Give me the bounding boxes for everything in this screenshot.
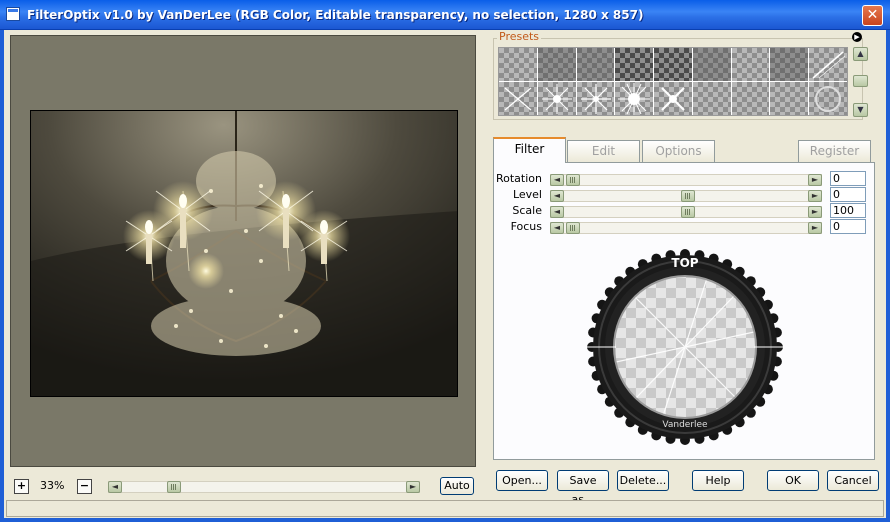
- scale-decrease-button[interactable]: ◄: [550, 206, 564, 218]
- scale-value-input[interactable]: 100: [830, 203, 866, 218]
- preset-thumbnail[interactable]: [576, 82, 615, 115]
- focus-label: Focus: [510, 220, 542, 233]
- tab-register[interactable]: Register: [798, 140, 871, 162]
- preset-thumbnail[interactable]: [731, 82, 770, 115]
- zoom-toolbar: + 33% − ◄ ► Auto: [12, 477, 478, 495]
- rotation-slider[interactable]: ◄ ►: [550, 174, 822, 186]
- scroll-left-button[interactable]: ◄: [108, 481, 122, 493]
- presets-label: Presets: [497, 30, 542, 43]
- window-title: FilterOptix v1.0 by VanDerLee (RGB Color…: [27, 8, 644, 22]
- cancel-button[interactable]: Cancel: [827, 470, 879, 491]
- scroll-right-button[interactable]: ►: [406, 481, 420, 493]
- level-decrease-button[interactable]: ◄: [550, 190, 564, 202]
- preset-thumbnail[interactable]: [654, 48, 692, 81]
- level-value-input[interactable]: 0: [830, 187, 866, 202]
- preset-thumbnail[interactable]: [809, 82, 847, 115]
- rotation-increase-button[interactable]: ►: [808, 174, 822, 186]
- status-bar: [6, 500, 884, 517]
- rotation-decrease-button[interactable]: ◄: [550, 174, 564, 186]
- presets-grid[interactable]: [498, 47, 848, 116]
- auto-zoom-button[interactable]: Auto: [440, 477, 474, 495]
- preset-thumbnail[interactable]: [615, 48, 654, 81]
- dial-top-label: TOP: [671, 256, 699, 270]
- level-slider[interactable]: ◄ ►: [550, 190, 822, 202]
- focus-decrease-button[interactable]: ◄: [550, 222, 564, 234]
- tab-options[interactable]: Options: [642, 140, 715, 162]
- preset-thumbnail[interactable]: [692, 82, 731, 115]
- preset-thumbnail[interactable]: [770, 48, 809, 81]
- scale-increase-button[interactable]: ►: [808, 206, 822, 218]
- delete-button[interactable]: Delete...: [617, 470, 669, 491]
- close-button[interactable]: ✕: [862, 5, 883, 26]
- preset-thumbnail[interactable]: [537, 48, 576, 81]
- presets-scroll-down-button[interactable]: ▼: [853, 103, 868, 117]
- preset-thumbnail[interactable]: [615, 82, 654, 115]
- help-button[interactable]: Help: [692, 470, 744, 491]
- focus-value-input[interactable]: 0: [830, 219, 866, 234]
- rotation-label: Rotation: [495, 172, 542, 185]
- preset-thumbnail[interactable]: [809, 48, 847, 81]
- zoom-out-button[interactable]: −: [77, 479, 92, 494]
- preview-image[interactable]: [30, 110, 458, 397]
- rotation-value-input[interactable]: 0: [830, 171, 866, 186]
- ok-button[interactable]: OK: [767, 470, 819, 491]
- level-slider-thumb[interactable]: [681, 190, 695, 202]
- presets-scroll-thumb[interactable]: [853, 75, 868, 87]
- open-button[interactable]: Open...: [496, 470, 548, 491]
- tab-edit[interactable]: Edit: [567, 140, 640, 162]
- preview-pane[interactable]: [10, 35, 476, 467]
- rotation-slider-thumb[interactable]: [566, 174, 580, 186]
- preset-thumbnail[interactable]: [499, 48, 537, 81]
- window-icon[interactable]: [6, 7, 20, 21]
- level-increase-button[interactable]: ►: [808, 190, 822, 202]
- scale-label: Scale: [512, 204, 542, 217]
- scale-slider-thumb[interactable]: [681, 206, 695, 218]
- zoom-level: 33%: [40, 479, 65, 492]
- dial-brand-label: Vanderlee: [662, 420, 708, 430]
- window-border-bottom: [0, 518, 890, 522]
- save-as-button[interactable]: Save as...: [557, 470, 609, 506]
- rotation-dial[interactable]: TOP Vanderlee: [586, 248, 784, 446]
- preset-thumbnail[interactable]: [499, 82, 537, 115]
- focus-slider[interactable]: ◄ ►: [550, 222, 822, 234]
- preset-thumbnail[interactable]: [576, 48, 615, 81]
- preset-thumbnail[interactable]: [692, 48, 731, 81]
- level-label: Level: [512, 188, 542, 201]
- window-border-left: [0, 30, 4, 522]
- scale-slider[interactable]: ◄ ►: [550, 206, 822, 218]
- preset-thumbnail[interactable]: [654, 82, 692, 115]
- preset-thumbnail[interactable]: [770, 82, 809, 115]
- arrow-right-circle-icon[interactable]: ▶: [852, 32, 862, 42]
- zoom-in-button[interactable]: +: [14, 479, 29, 494]
- focus-increase-button[interactable]: ►: [808, 222, 822, 234]
- scroll-thumb[interactable]: [167, 481, 181, 493]
- window-border-right: [886, 30, 890, 522]
- preset-thumbnail[interactable]: [537, 82, 576, 115]
- presets-scroll-up-button[interactable]: ▲: [853, 47, 868, 61]
- focus-slider-thumb[interactable]: [566, 222, 580, 234]
- tab-filter[interactable]: Filter: [493, 137, 566, 163]
- preview-horizontal-scrollbar[interactable]: ◄ ►: [108, 481, 420, 493]
- title-bar: FilterOptix v1.0 by VanDerLee (RGB Color…: [0, 0, 890, 30]
- preset-thumbnail[interactable]: [731, 48, 770, 81]
- presets-vertical-scrollbar[interactable]: ▲ ▼: [853, 47, 868, 117]
